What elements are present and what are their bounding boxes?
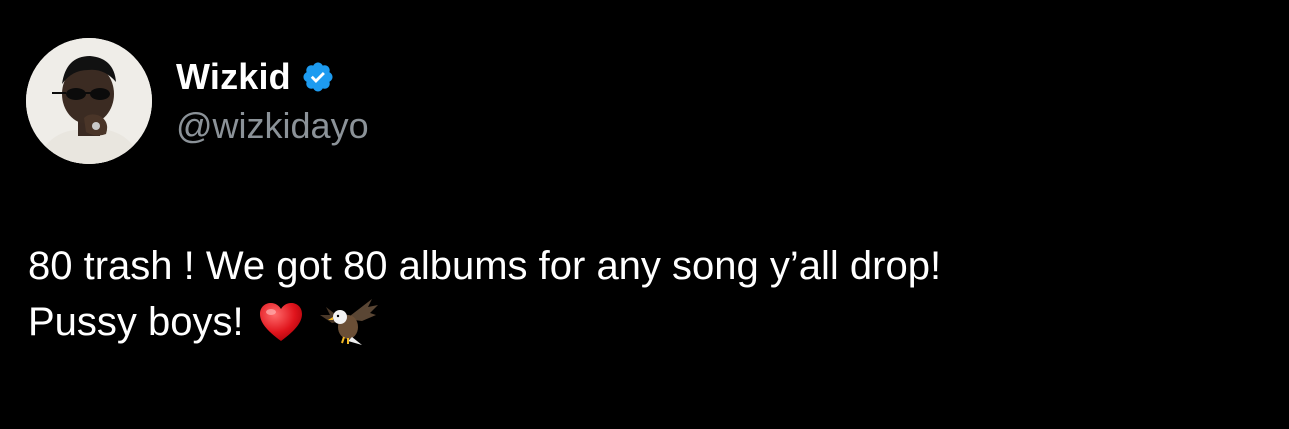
author-handle[interactable]: @wizkidayo — [176, 105, 369, 147]
tweet-text-line-2: Pussy boys! — [28, 294, 1248, 350]
display-name-row: Wizkid — [176, 55, 369, 99]
author-names: Wizkid @wizkidayo — [176, 38, 369, 164]
display-name[interactable]: Wizkid — [176, 56, 291, 98]
tweet-text-line-1-content: 80 trash ! We got 80 albums for any song… — [28, 244, 942, 288]
tweet-text-line-2-content: Pussy boys! — [28, 300, 244, 344]
tweet-card: Wizkid @wizkidayo 80 trash ! We got 80 a… — [0, 0, 1289, 429]
tweet-header: Wizkid @wizkidayo — [26, 38, 369, 164]
red-heart-icon — [258, 301, 304, 343]
eagle-icon — [318, 297, 380, 347]
tweet-text: 80 trash ! We got 80 albums for any song… — [28, 238, 1248, 350]
profile-avatar-icon — [26, 38, 152, 164]
tweet-text-line-1: 80 trash ! We got 80 albums for any song… — [28, 238, 1248, 294]
verified-badge-icon — [301, 60, 335, 94]
avatar[interactable] — [26, 38, 152, 164]
